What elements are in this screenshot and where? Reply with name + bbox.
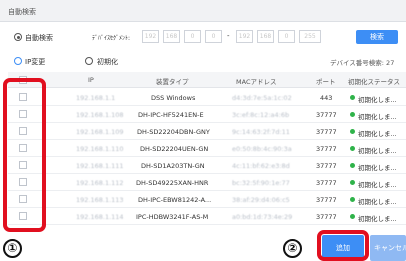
column-status[interactable]: 初期化ステータス <box>348 76 400 86</box>
cell-type: DH-SD1A203TN-GN <box>141 162 205 170</box>
cell-status: 初期化しま... <box>358 130 397 138</box>
ip-from-octet-1[interactable]: 192 <box>142 30 159 43</box>
table-row[interactable]: 192.168.1.108 DH-IPC-HF5241EN-E 3c:ef:8c… <box>8 106 406 123</box>
cell-status: 初期化しま... <box>358 96 397 104</box>
checkbox-column-highlight <box>3 78 46 232</box>
cell-type: DSS Windows <box>151 94 196 102</box>
cell-port: 37777 <box>316 128 337 136</box>
ip-from-octet-3[interactable]: 0 <box>184 30 201 43</box>
cell-mac: e0:50:8b:4c:90:3a <box>232 145 292 153</box>
dialog-titlebar: 自動検索 <box>0 0 406 22</box>
cell-type: DH-IPC-HF5241EN-E <box>138 111 204 119</box>
cell-status: 初期化しま... <box>358 147 397 155</box>
cell-status: 初期化しま... <box>358 215 397 223</box>
table-row[interactable]: 192.168.1.112 DH-SD49225XAN-HNR bc:32:5f… <box>8 174 406 191</box>
ip-to-octet-1[interactable]: 192 <box>236 30 253 43</box>
status-ok-icon <box>350 214 355 219</box>
cell-mac: 9c:14:63:2f:7d:11 <box>232 128 290 136</box>
column-ip[interactable]: IP <box>88 76 94 84</box>
add-button-highlight <box>317 230 369 261</box>
cell-mac: a0:bd:1d:73:4e:29 <box>232 213 293 221</box>
column-port[interactable]: ポート <box>316 76 336 86</box>
table-row[interactable]: 192.168.1.114 IPC-HDBW3241F-AS-M a0:bd:1… <box>8 208 406 225</box>
cell-ip: 192.168.1.108 <box>76 111 124 119</box>
cell-ip: 192.168.1.109 <box>76 128 124 136</box>
column-mac[interactable]: MACアドレス <box>236 76 276 86</box>
ip-to-octet-4[interactable]: 255 <box>299 30 321 43</box>
cell-type: DH-SD22204UEN-GN <box>140 145 209 153</box>
initialize-button[interactable]: 初期化 <box>97 57 118 67</box>
cell-port: 37777 <box>316 196 337 204</box>
cell-ip: 192.168.1.112 <box>76 179 124 187</box>
status-ok-icon <box>350 163 355 168</box>
cell-ip: 192.168.1.114 <box>76 213 124 221</box>
auto-search-radio[interactable] <box>14 33 22 41</box>
ip-change-button[interactable]: IP変更 <box>25 57 45 67</box>
cell-port: 37777 <box>316 179 337 187</box>
segment-label: ﾃﾞﾊﾞｲｽｾｸﾞﾒﾝﾄ: <box>92 35 131 42</box>
marker-2: ② <box>283 239 302 258</box>
table-row[interactable]: 192.168.1.1 DSS Windows d4:3d:7e:5a:1c:0… <box>8 89 406 106</box>
cell-status: 初期化しま... <box>358 198 397 206</box>
cell-status: 初期化しま... <box>358 181 397 189</box>
table-header: IP 装置タイプ MACアドレス ポート 初期化ステータス <box>8 72 406 88</box>
cell-status: 初期化しま... <box>358 113 397 121</box>
initialize-icon[interactable] <box>85 57 93 65</box>
cell-ip: 192.168.1.1 <box>76 94 116 102</box>
cell-type: DH-IPC-EBW81242-A... <box>138 196 212 204</box>
table-row[interactable]: 192.168.1.111 DH-SD1A203TN-GN 4c:11:bf:6… <box>8 157 406 174</box>
ip-from-octet-2[interactable]: 168 <box>163 30 180 43</box>
cell-port: 37777 <box>316 213 337 221</box>
dialog-title: 自動検索 <box>8 8 36 16</box>
cell-mac: 38:af:29:d4:06:c5 <box>232 196 290 204</box>
cell-type: DH-SD49225XAN-HNR <box>136 179 209 187</box>
cell-port: 37777 <box>316 111 337 119</box>
range-separator: - <box>227 32 230 40</box>
auto-search-label: 自動検索 <box>25 34 53 42</box>
status-ok-icon <box>350 112 355 117</box>
status-ok-icon <box>350 146 355 151</box>
cancel-button[interactable]: キャンセル <box>370 235 406 261</box>
column-device-type[interactable]: 装置タイプ <box>156 76 189 86</box>
cell-ip: 192.168.1.111 <box>76 162 124 170</box>
search-row: 自動検索 ﾃﾞﾊﾞｲｽｾｸﾞﾒﾝﾄ: 192 168 0 0 - 192 168… <box>0 30 406 46</box>
cell-port: 37777 <box>316 145 337 153</box>
ip-to-octet-2[interactable]: 168 <box>257 30 274 43</box>
ip-to-octet-3[interactable]: 0 <box>278 30 295 43</box>
table-row[interactable]: 192.168.1.113 DH-IPC-EBW81242-A... 38:af… <box>8 191 406 208</box>
cell-mac: d4:3d:7e:5a:1c:02 <box>232 94 292 102</box>
cell-status: 初期化しま... <box>358 164 397 172</box>
status-ok-icon <box>350 180 355 185</box>
table-row[interactable]: 192.168.1.110 DH-SD22204UEN-GN e0:50:8b:… <box>8 140 406 157</box>
marker-1: ① <box>3 239 22 258</box>
ip-from-octet-4[interactable]: 0 <box>205 30 222 43</box>
search-button[interactable]: 検索 <box>356 30 398 44</box>
cell-mac: 3c:ef:8c:12:a4:6b <box>232 111 290 119</box>
cell-mac: 4c:11:bf:62:e3:8d <box>232 162 290 170</box>
device-count: デバイス番号検索: 27 <box>330 59 395 67</box>
cell-port: 443 <box>320 94 333 102</box>
table-row[interactable]: 192.168.1.109 DH-SD22204DBN-GNY 9c:14:63… <box>8 123 406 140</box>
cell-mac: bc:32:5f:90:1e:77 <box>232 179 290 187</box>
status-ok-icon <box>350 129 355 134</box>
ip-change-icon[interactable] <box>14 57 22 65</box>
cell-ip: 192.168.1.113 <box>76 196 124 204</box>
cell-type: DH-SD22204DBN-GNY <box>137 128 210 136</box>
toolbar-row: IP変更 初期化 デバイス番号検索: 27 <box>0 54 406 68</box>
status-ok-icon <box>350 95 355 100</box>
cell-type: IPC-HDBW3241F-AS-M <box>136 213 209 221</box>
cell-ip: 192.168.1.110 <box>76 145 124 153</box>
status-ok-icon <box>350 197 355 202</box>
cell-port: 37777 <box>316 162 337 170</box>
